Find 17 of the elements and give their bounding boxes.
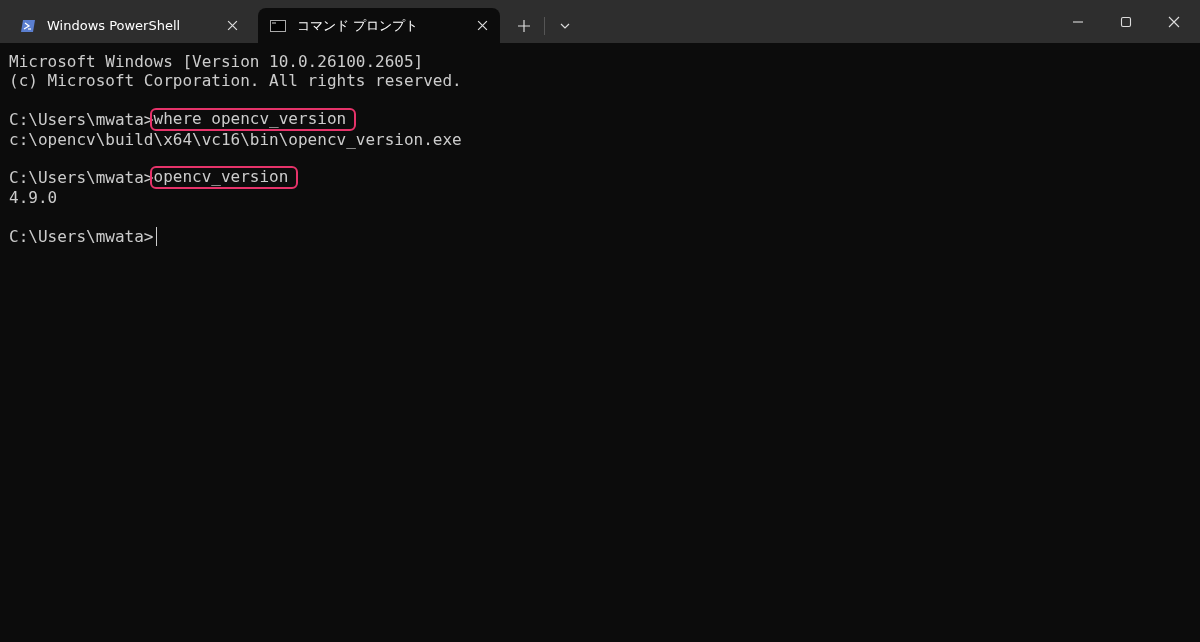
close-icon[interactable] [1168, 15, 1180, 28]
console-icon [270, 17, 286, 34]
maximize-icon[interactable] [1120, 15, 1132, 28]
new-tab-icon[interactable] [518, 19, 530, 32]
tab[interactable]: Windows PowerShell [8, 8, 250, 43]
dropdown-icon[interactable] [560, 22, 570, 29]
close-tab-icon[interactable] [227, 20, 238, 31]
command-text: opencv_version [151, 168, 297, 188]
powershell-icon [20, 17, 36, 34]
close-tab-icon[interactable] [477, 20, 488, 31]
output-line: 4.9.0 [9, 187, 59, 208]
tab[interactable]: コマンド プロンプト [258, 8, 500, 43]
command-text: where opencv_version [151, 110, 355, 130]
output-line: c:\opencv\build\x64\vc16\bin\opencv_version.exe [9, 129, 463, 149]
prompt-text: C:\Users\mwata> [9, 226, 154, 246]
output-line: Microsoft Windows [Version 10.0.26100.2605] [9, 52, 425, 72]
output-line: (c) Microsoft Corporation. All rights reserved. [9, 71, 463, 91]
